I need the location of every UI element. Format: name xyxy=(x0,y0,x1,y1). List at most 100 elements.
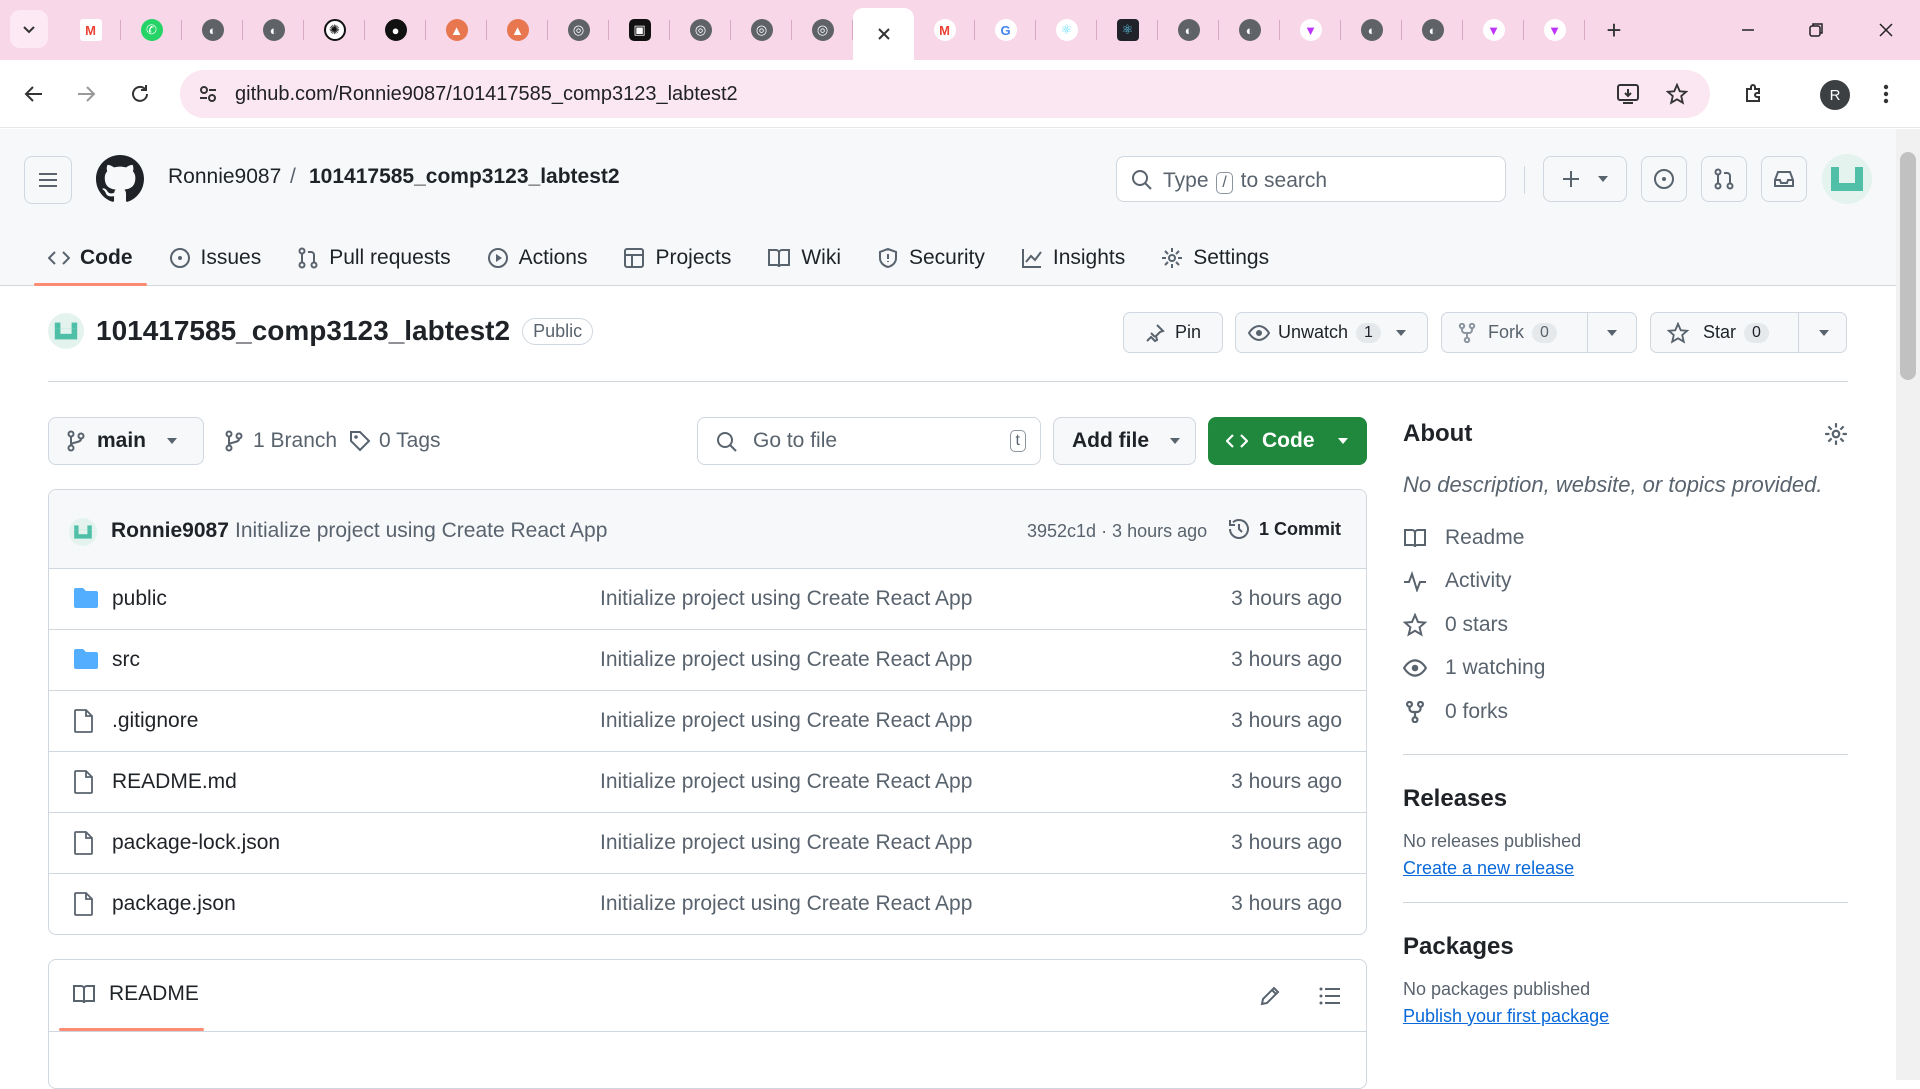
tab-page[interactable]: ◎ xyxy=(670,8,731,52)
create-new-button[interactable] xyxy=(1543,156,1627,202)
user-avatar[interactable] xyxy=(1822,154,1872,204)
activity-link[interactable]: Activity xyxy=(1403,560,1848,604)
fork-button[interactable]: Fork 0 xyxy=(1441,312,1637,353)
publish-package-link[interactable]: Publish your first package xyxy=(1403,1006,1848,1027)
tab-security[interactable]: Security xyxy=(859,230,1003,286)
file-commit-message[interactable]: Initialize project using Create React Ap… xyxy=(600,587,972,611)
close-icon[interactable] xyxy=(876,26,892,42)
close-window-button[interactable] xyxy=(1852,0,1920,60)
file-name[interactable]: README.md xyxy=(112,770,237,794)
tab-code[interactable]: Code xyxy=(30,230,151,286)
tab-page[interactable]: ▲ xyxy=(426,8,487,52)
tab-page[interactable]: ▲ xyxy=(487,8,548,52)
owner-avatar[interactable] xyxy=(48,313,84,349)
address-bar[interactable]: github.com/Ronnie9087/101417585_comp3123… xyxy=(180,70,1710,118)
stars-link[interactable]: 0 stars xyxy=(1403,603,1848,647)
tab-page[interactable]: ◐ xyxy=(243,8,304,52)
forward-button[interactable] xyxy=(66,74,106,114)
pencil-icon[interactable] xyxy=(1259,985,1281,1007)
pull-requests-button[interactable] xyxy=(1701,156,1747,202)
tab-whatsapp[interactable]: ✆ xyxy=(121,8,182,52)
branch-selector[interactable]: main xyxy=(48,417,204,465)
tab-page[interactable]: ◎ xyxy=(792,8,853,52)
file-name[interactable]: public xyxy=(112,587,167,611)
file-row[interactable]: .gitignore Initialize project using Crea… xyxy=(49,691,1366,752)
file-commit-message[interactable]: Initialize project using Create React Ap… xyxy=(600,648,972,672)
file-name[interactable]: package.json xyxy=(112,892,236,916)
go-to-file-input[interactable]: Go to file t xyxy=(697,417,1041,465)
tab-issues[interactable]: Issues xyxy=(151,230,280,286)
minimize-button[interactable] xyxy=(1714,0,1782,60)
create-release-link[interactable]: Create a new release xyxy=(1403,858,1848,879)
commit-author-avatar[interactable] xyxy=(69,518,97,546)
commit-message[interactable]: Initialize project using Create React Ap… xyxy=(235,519,607,543)
inbox-button[interactable] xyxy=(1761,156,1807,202)
breadcrumb-owner[interactable]: Ronnie9087 xyxy=(168,165,281,189)
file-row[interactable]: package.json Initialize project using Cr… xyxy=(49,874,1366,934)
tab-chatgpt[interactable]: ✺ xyxy=(304,8,365,52)
scrollbar-thumb[interactable] xyxy=(1900,152,1916,380)
tab-page[interactable]: ◐ xyxy=(1341,8,1402,52)
file-commit-message[interactable]: Initialize project using Create React Ap… xyxy=(600,709,972,733)
tags-link[interactable]: 0 Tags xyxy=(349,417,441,465)
tab-page[interactable]: ◎ xyxy=(731,8,792,52)
back-button[interactable] xyxy=(14,74,54,114)
watchers-link[interactable]: 1 watching xyxy=(1403,647,1848,691)
tab-actions[interactable]: Actions xyxy=(469,230,606,286)
site-info-icon[interactable] xyxy=(198,84,218,104)
tab-react[interactable]: ⚛ xyxy=(1036,8,1097,52)
file-row[interactable]: README.md Initialize project using Creat… xyxy=(49,752,1366,813)
tab-active[interactable] xyxy=(853,8,914,60)
tab-pull-requests[interactable]: Pull requests xyxy=(279,230,468,286)
install-app-icon[interactable] xyxy=(1616,83,1640,105)
tab-page[interactable]: ◎ xyxy=(548,8,609,52)
github-logo[interactable] xyxy=(96,155,144,203)
pin-button[interactable]: Pin xyxy=(1123,312,1223,353)
tab-wiki[interactable]: Wiki xyxy=(749,230,859,286)
tab-github[interactable]: ● xyxy=(365,8,426,52)
readme-tab[interactable]: README xyxy=(71,982,199,1006)
code-button[interactable]: Code xyxy=(1208,417,1367,465)
tab-vite[interactable]: ▼ xyxy=(1280,8,1341,52)
readme-link[interactable]: Readme xyxy=(1403,516,1848,560)
file-row[interactable]: src Initialize project using Create Reac… xyxy=(49,630,1366,691)
file-name[interactable]: package-lock.json xyxy=(112,831,280,855)
file-name[interactable]: .gitignore xyxy=(112,709,198,733)
file-commit-message[interactable]: Initialize project using Create React Ap… xyxy=(600,770,972,794)
breadcrumb-repo[interactable]: 101417585_comp3123_labtest2 xyxy=(309,165,620,189)
tab-gmail[interactable]: M xyxy=(914,8,975,52)
gear-icon[interactable] xyxy=(1824,422,1848,446)
forks-link[interactable]: 0 forks xyxy=(1403,690,1848,734)
file-name[interactable]: src xyxy=(112,648,140,672)
tab-projects[interactable]: Projects xyxy=(605,230,749,286)
tab-react[interactable]: ⚛ xyxy=(1097,8,1158,52)
tab-page[interactable]: ▣ xyxy=(609,8,670,52)
star-bookmark-icon[interactable] xyxy=(1666,83,1688,105)
commits-link[interactable]: 1 Commit xyxy=(1227,517,1341,541)
commit-author[interactable]: Ronnie9087 xyxy=(111,519,229,543)
packages-title[interactable]: Packages xyxy=(1403,933,1848,961)
new-tab-button[interactable]: + xyxy=(1598,14,1630,46)
global-search-input[interactable]: Type / to search xyxy=(1116,156,1506,202)
tab-page[interactable]: ◐ xyxy=(1402,8,1463,52)
releases-title[interactable]: Releases xyxy=(1403,785,1848,813)
caret-down-icon[interactable] xyxy=(1606,327,1618,339)
tab-vite[interactable]: ▼ xyxy=(1463,8,1524,52)
repo-name[interactable]: 101417585_comp3123_labtest2 xyxy=(96,315,510,347)
tab-google[interactable]: G xyxy=(975,8,1036,52)
menu-button[interactable] xyxy=(1866,74,1906,114)
tab-page[interactable]: ◐ xyxy=(1158,8,1219,52)
add-file-button[interactable]: Add file xyxy=(1053,417,1196,465)
star-button[interactable]: Star 0 xyxy=(1650,312,1847,353)
file-commit-message[interactable]: Initialize project using Create React Ap… xyxy=(600,831,972,855)
tab-search-button[interactable] xyxy=(10,10,48,48)
tab-insights[interactable]: Insights xyxy=(1003,230,1143,286)
extensions-button[interactable] xyxy=(1734,74,1774,114)
profile-avatar[interactable]: R xyxy=(1820,80,1850,110)
commit-hash-time[interactable]: 3952c1d · 3 hours ago xyxy=(1027,521,1207,542)
reload-button[interactable] xyxy=(120,74,160,114)
branches-link[interactable]: 1 Branch xyxy=(225,417,337,465)
caret-down-icon[interactable] xyxy=(1818,327,1830,339)
restore-button[interactable] xyxy=(1782,0,1850,60)
unwatch-button[interactable]: Unwatch 1 xyxy=(1235,312,1428,353)
